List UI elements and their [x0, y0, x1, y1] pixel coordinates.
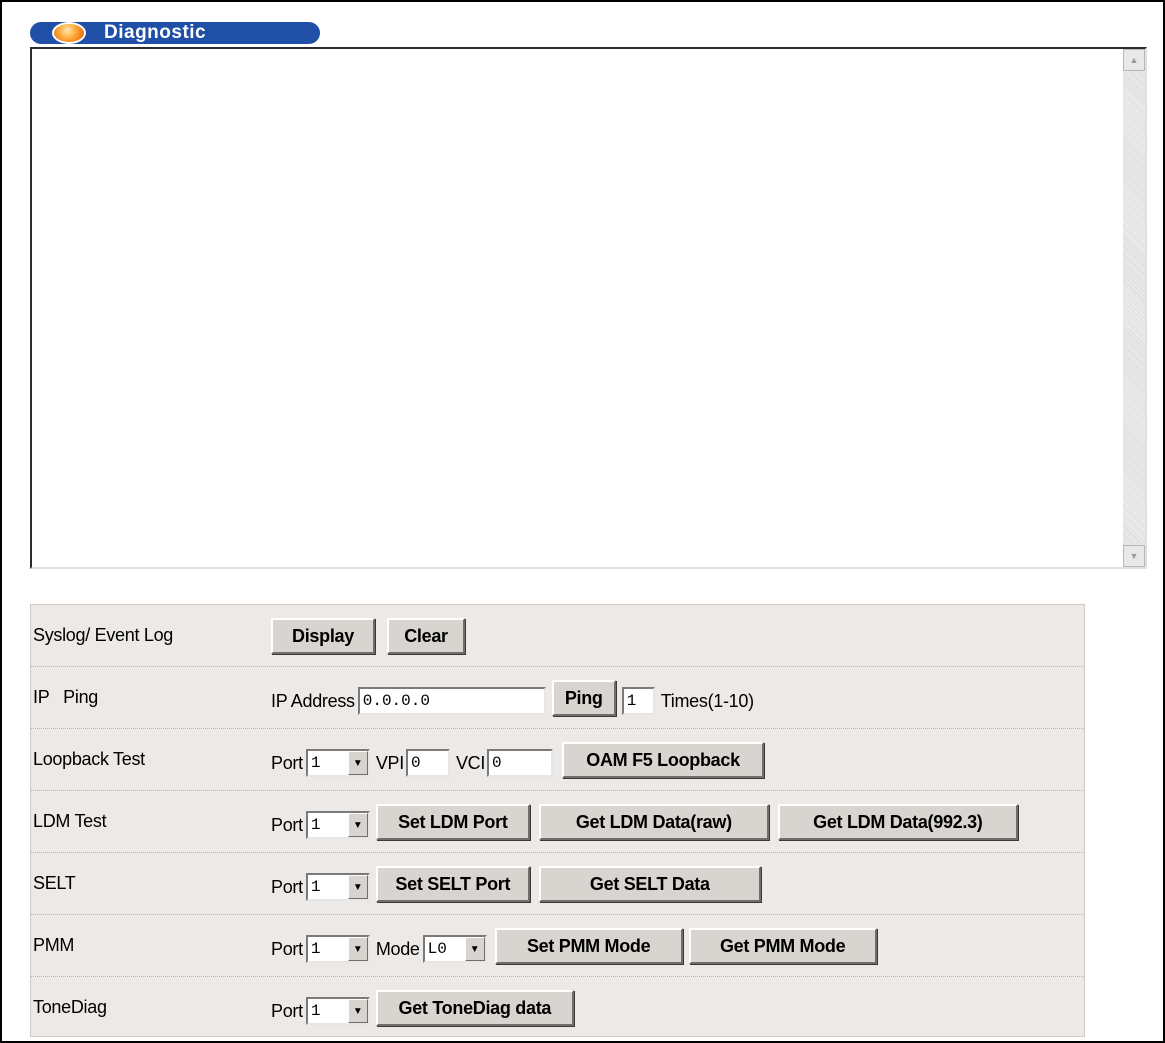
set-pmm-mode-button[interactable]: Set PMM Mode — [494, 928, 683, 964]
get-selt-data-button[interactable]: Get SELT Data — [538, 866, 761, 902]
get-pmm-mode-button[interactable]: Get PMM Mode — [688, 928, 877, 964]
row-ldm-test: LDM Test Port 1 ▼ Set LDM Port Get LDM D… — [31, 791, 1084, 853]
port-label: Port — [271, 938, 303, 959]
port-label: Port — [271, 814, 303, 835]
pmm-port-select[interactable]: 1 ▼ — [305, 935, 370, 963]
ip-address-input[interactable]: 0.0.0.0 — [357, 687, 546, 715]
page-title: Diagnostic — [104, 22, 207, 43]
chevron-down-icon[interactable]: ▼ — [347, 751, 368, 775]
pmm-label: PMM — [33, 935, 75, 955]
loopback-label: Loopback Test — [33, 749, 145, 769]
chevron-down-icon[interactable]: ▼ — [347, 813, 368, 837]
orange-orb-icon — [52, 22, 86, 44]
tonediag-port-select[interactable]: 1 ▼ — [305, 997, 370, 1025]
select-value: 1 — [310, 940, 321, 958]
loopback-port-select[interactable]: 1 ▼ — [305, 749, 370, 777]
selt-controls: Port 1 ▼ Set SELT Port Get SELT Data — [271, 853, 761, 915]
row-loopback: Loopback Test Port 1 ▼ VPI 0 VCI 0 OAM F… — [31, 729, 1084, 791]
pmm-controls: Port 1 ▼ Mode L0 ▼ Set PMM Mode Get PMM … — [271, 915, 877, 977]
times-label: Times(1-10) — [660, 690, 754, 711]
select-value: 1 — [310, 1002, 321, 1020]
chevron-down-icon[interactable]: ▼ — [347, 875, 368, 899]
chevron-down-icon[interactable]: ▼ — [347, 999, 368, 1023]
select-value: 1 — [310, 878, 321, 896]
ip-address-label: IP Address — [271, 690, 355, 711]
log-scrollbar[interactable]: ▲ ▼ — [1123, 49, 1145, 567]
row-syslog: Syslog/ Event Log Display Clear — [31, 605, 1084, 667]
select-value: 1 — [310, 754, 321, 772]
tonediag-controls: Port 1 ▼ Get ToneDiag data — [271, 977, 574, 1039]
set-selt-port-button[interactable]: Set SELT Port — [375, 866, 530, 902]
row-selt: SELT Port 1 ▼ Set SELT Port Get SELT Dat… — [31, 853, 1084, 915]
selt-label: SELT — [33, 873, 76, 893]
ping-button[interactable]: Ping — [551, 680, 616, 716]
ldm-port-select[interactable]: 1 ▼ — [305, 811, 370, 839]
row-pmm: PMM Port 1 ▼ Mode L0 ▼ Set PMM Mode Get … — [31, 915, 1084, 977]
ip-ping-label: IP Ping — [33, 687, 99, 707]
syslog-label: Syslog/ Event Log — [33, 625, 173, 645]
mode-label: Mode — [375, 938, 420, 959]
ldm-test-label: LDM Test — [33, 811, 107, 831]
vci-input[interactable]: 0 — [487, 749, 554, 777]
clear-button[interactable]: Clear — [387, 618, 465, 654]
port-label: Port — [271, 876, 303, 897]
select-value: 1 — [310, 816, 321, 834]
get-ldm-data-raw-button[interactable]: Get LDM Data(raw) — [538, 804, 769, 840]
log-content — [34, 51, 1121, 565]
row-ip-ping: IP Ping IP Address 0.0.0.0 Ping 1 Times(… — [31, 667, 1084, 729]
loopback-controls: Port 1 ▼ VPI 0 VCI 0 OAM F5 Loopback — [271, 729, 765, 791]
get-ldm-data-9923-button[interactable]: Get LDM Data(992.3) — [777, 804, 1018, 840]
vpi-label: VPI — [375, 752, 404, 773]
syslog-controls: Display Clear — [271, 605, 465, 667]
ldm-controls: Port 1 ▼ Set LDM Port Get LDM Data(raw) … — [271, 791, 1018, 853]
scroll-up-arrow-icon[interactable]: ▲ — [1123, 49, 1145, 71]
pmm-mode-select[interactable]: L0 ▼ — [422, 935, 487, 963]
diagnostic-form: Syslog/ Event Log Display Clear IP Ping … — [30, 604, 1085, 1037]
get-tonediag-data-button[interactable]: Get ToneDiag data — [375, 990, 574, 1026]
row-tonediag: ToneDiag Port 1 ▼ Get ToneDiag data — [31, 977, 1084, 1039]
log-textarea[interactable]: ▲ ▼ — [30, 47, 1147, 569]
scroll-down-arrow-icon[interactable]: ▼ — [1123, 545, 1145, 567]
tonediag-label: ToneDiag — [33, 997, 107, 1017]
vpi-input[interactable]: 0 — [405, 749, 450, 777]
port-label: Port — [271, 752, 303, 773]
select-value: L0 — [427, 940, 447, 958]
ping-controls: IP Address 0.0.0.0 Ping 1 Times(1-10) — [271, 667, 754, 729]
section-title-bar: Diagnostic — [30, 22, 320, 44]
ping-times-input[interactable]: 1 — [621, 687, 655, 715]
chevron-down-icon[interactable]: ▼ — [464, 937, 485, 961]
set-ldm-port-button[interactable]: Set LDM Port — [375, 804, 530, 840]
oam-f5-loopback-button[interactable]: OAM F5 Loopback — [562, 742, 765, 778]
port-label: Port — [271, 1000, 303, 1021]
vci-label: VCI — [455, 752, 486, 773]
selt-port-select[interactable]: 1 ▼ — [305, 873, 370, 901]
display-button[interactable]: Display — [271, 618, 375, 654]
chevron-down-icon[interactable]: ▼ — [347, 937, 368, 961]
